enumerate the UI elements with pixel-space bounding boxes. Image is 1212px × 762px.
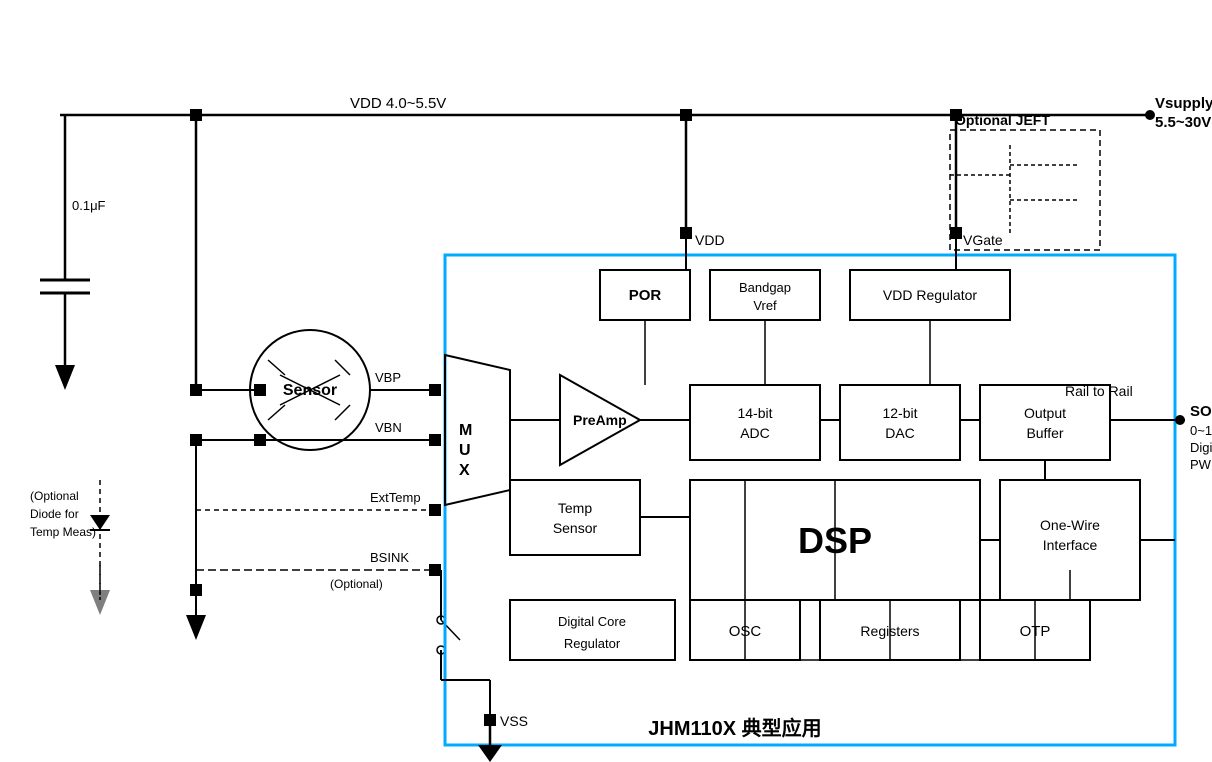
optional-diode-line3: Temp Meas)	[30, 525, 96, 539]
temp-sensor-line1: Temp	[558, 500, 592, 516]
diagram-container: VDD 4.0~5.5V Vsupply 5.5~30V Optional JE…	[0, 0, 1212, 762]
vbn-label: VBN	[375, 420, 402, 435]
so-range: 0~1V	[1190, 423, 1212, 438]
vgate-label: VGate	[963, 232, 1003, 248]
exttemp-label: ExtTemp	[370, 490, 421, 505]
so-digital: Digital	[1190, 440, 1212, 455]
vbp-label: VBP	[375, 370, 401, 385]
dig-core-line1: Digital Core	[558, 614, 626, 629]
adc-line2: ADC	[740, 425, 770, 441]
rail-to-rail: Rail to Rail	[1065, 383, 1133, 399]
optional-diode-line2: Diode for	[30, 507, 79, 521]
svg-text:X: X	[459, 462, 470, 479]
bandgap-line1: Bandgap	[739, 280, 791, 295]
optional-diode-line1: (Optional	[30, 489, 79, 503]
svg-text:U: U	[459, 442, 471, 459]
vdd-node-label: VDD	[695, 232, 725, 248]
so-label: SO	[1190, 403, 1212, 420]
por-label: POR	[629, 287, 662, 304]
output-buf-line2: Buffer	[1026, 425, 1063, 441]
diagram-title: JHM110X 典型应用	[648, 716, 821, 740]
bsink-optional: (Optional)	[330, 577, 383, 591]
temp-sensor-line2: Sensor	[553, 520, 598, 536]
vsupply-label: Vsupply	[1155, 95, 1212, 112]
output-buf-line1: Output	[1024, 405, 1066, 421]
so-pwm: PWM	[1190, 457, 1212, 472]
mux-label: M	[459, 422, 472, 439]
sensor-label: Sensor	[283, 382, 337, 399]
vsupply-range: 5.5~30V	[1155, 114, 1211, 131]
one-wire-line2: Interface	[1043, 537, 1098, 553]
bandgap-line2: Vref	[753, 298, 777, 313]
preamp-label: PreAmp	[573, 412, 627, 428]
vss-label: VSS	[500, 713, 528, 729]
cap-label: 0.1μF	[72, 198, 106, 213]
adc-line1: 14-bit	[737, 405, 772, 421]
one-wire-line1: One-Wire	[1040, 517, 1100, 533]
dac-line1: 12-bit	[882, 405, 917, 421]
vdd-label: VDD 4.0~5.5V	[350, 95, 446, 112]
bsink-label: BSINK	[370, 550, 409, 565]
optional-jeft-label: Optional JEFT	[955, 112, 1050, 128]
dac-line2: DAC	[885, 425, 915, 441]
vdd-reg-label: VDD Regulator	[883, 287, 977, 303]
dig-core-line2: Regulator	[564, 636, 621, 651]
